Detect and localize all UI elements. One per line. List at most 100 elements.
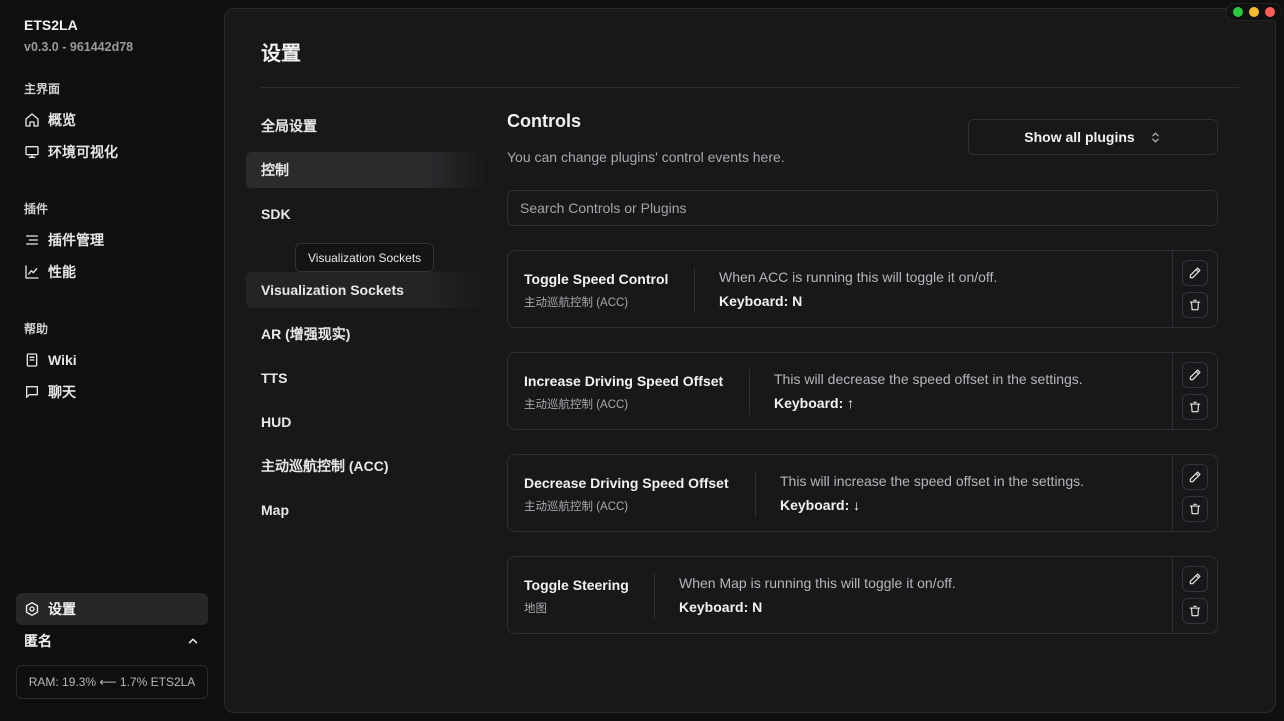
settings-panel: 设置 全局设置 控制 SDK Visualization Sockets Vis… [224,8,1276,713]
tab-label: Map [261,502,289,518]
close-button[interactable] [1265,7,1275,17]
sidebar-item-label: 概览 [48,112,76,128]
app-name: ETS2LA [24,17,78,33]
tab-label: SDK [261,206,291,222]
sidebar-item-settings[interactable]: 设置 [16,593,208,625]
sidebar-item-label: Wiki [48,352,77,368]
sidebar-item-plugin-manager[interactable]: 插件管理 [24,228,104,252]
search-input[interactable] [507,190,1218,226]
home-icon [25,113,39,127]
plugin-filter-select[interactable]: Show all plugins [968,119,1218,155]
control-description: When Map is running this will toggle it … [679,575,956,591]
edit-button[interactable] [1182,566,1208,592]
tab-controls[interactable]: 控制 [246,152,486,188]
sidebar-item-overview[interactable]: 概览 [24,108,76,132]
control-plugin: 主动巡航控制 (ACC) [524,501,629,513]
tab-label: AR (增强现实) [261,326,351,342]
tab-acc[interactable]: 主动巡航控制 (ACC) [246,448,486,484]
pencil-icon [1189,573,1201,585]
pencil-icon [1189,369,1201,381]
trash-icon [1189,401,1201,413]
plugin-filter-label: Show all plugins [1024,129,1135,145]
card-actions [1172,455,1217,531]
delete-button[interactable] [1182,292,1208,318]
tab-global-settings[interactable]: 全局设置 [246,108,486,144]
card-divider [749,369,750,415]
control-keybind: Keyboard: ↑ [774,395,855,411]
pencil-icon [1189,267,1201,279]
status-bar: RAM: 19.3% ⟵ 1.7% ETS2LA [16,665,208,699]
status-text: RAM: 19.3% ⟵ 1.7% ETS2LA [28,675,196,689]
trash-icon [1189,503,1201,515]
control-name: Toggle Steering [524,577,629,593]
control-description: This will increase the speed offset in t… [780,473,1085,489]
sidebar-item-label: 插件管理 [48,232,104,248]
edit-button[interactable] [1182,362,1208,388]
control-card: Toggle Steering 地图 When Map is running t… [507,556,1218,634]
tab-map[interactable]: Map [246,492,486,528]
control-keybind: Keyboard: N [679,599,763,615]
controls-title: Controls [507,111,581,131]
list-icon [26,235,38,245]
sidebar-item-label: 环境可视化 [48,144,118,160]
window-controls [1226,3,1282,21]
book-icon [26,353,38,367]
tab-hud[interactable]: HUD [246,404,486,440]
control-description: This will decrease the speed offset in t… [774,371,1083,387]
sidebar-item-visualization[interactable]: 环境可视化 [24,140,118,164]
delete-button[interactable] [1182,496,1208,522]
tooltip: Visualization Sockets [295,243,435,272]
pencil-icon [1189,471,1201,483]
tab-ar[interactable]: AR (增强现实) [246,316,486,352]
tab-tts[interactable]: TTS [246,360,486,396]
control-keybind: Keyboard: ↓ [780,497,861,513]
tab-label: TTS [261,370,288,386]
user-menu[interactable]: 匿名 [24,630,200,652]
control-name: Decrease Driving Speed Offset [524,475,729,491]
control-name: Increase Driving Speed Offset [524,373,724,389]
control-plugin: 主动巡航控制 (ACC) [524,399,629,411]
edit-button[interactable] [1182,260,1208,286]
section-label-main: 主界面 [24,82,61,96]
gear-icon [25,602,39,616]
tab-label: 控制 [261,162,289,178]
monitor-icon [25,146,39,158]
tab-label: Visualization Sockets [261,282,404,298]
chat-icon [26,386,38,398]
section-label-help: 帮助 [24,322,49,336]
trash-icon [1189,605,1201,617]
control-plugin: 主动巡航控制 (ACC) [524,297,629,309]
divider [261,87,1239,88]
control-card: Toggle Speed Control 主动巡航控制 (ACC) When A… [507,250,1218,328]
chevron-up-down-icon [1151,132,1159,142]
minimize-button[interactable] [1249,7,1259,17]
sidebar-item-performance[interactable]: 性能 [24,260,76,284]
section-label-plugins: 插件 [24,202,49,216]
tab-sdk[interactable]: SDK [246,196,486,232]
control-name: Toggle Speed Control [524,271,669,287]
tooltip-text: Visualization Sockets [308,250,422,265]
edit-button[interactable] [1182,464,1208,490]
card-divider [654,573,655,619]
sidebar-item-chat[interactable]: 聊天 [24,380,76,404]
sidebar-item-wiki[interactable]: Wiki [24,348,77,372]
tab-visualization-sockets[interactable]: Visualization Sockets [246,272,486,308]
tab-label: HUD [261,414,292,430]
tab-label: 主动巡航控制 (ACC) [261,458,389,474]
delete-button[interactable] [1182,598,1208,624]
control-keybind: Keyboard: N [719,293,803,309]
tab-label: 全局设置 [261,118,317,134]
chevron-up-icon [188,638,198,644]
delete-button[interactable] [1182,394,1208,420]
sidebar: ETS2LA v0.3.0 - 961442d78 主界面 概览 环境可视化 插… [0,0,224,721]
card-actions [1172,353,1217,429]
sidebar-item-label: 性能 [48,264,76,280]
card-actions [1172,251,1217,327]
sidebar-item-label: 聊天 [48,384,76,400]
trash-icon [1189,299,1201,311]
maximize-button[interactable] [1233,7,1243,17]
control-card: Decrease Driving Speed Offset 主动巡航控制 (AC… [507,454,1218,532]
control-card: Increase Driving Speed Offset 主动巡航控制 (AC… [507,352,1218,430]
page-title: 设置 [261,43,301,65]
chart-icon [25,265,39,279]
